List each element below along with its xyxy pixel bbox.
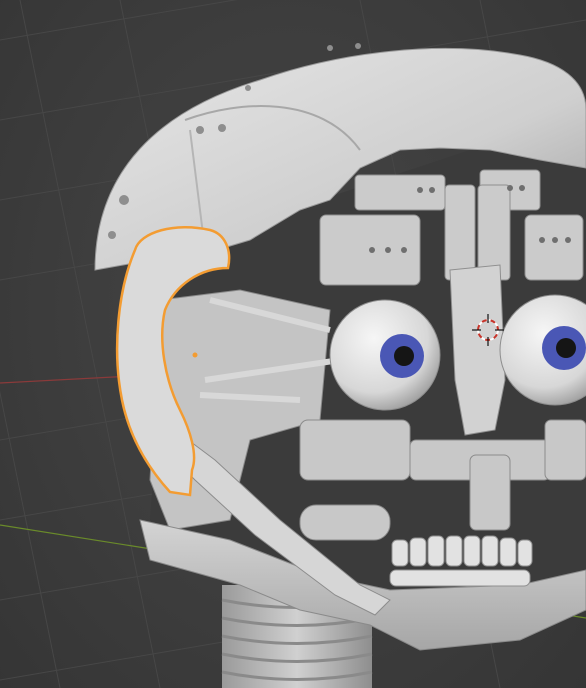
right-pupil bbox=[556, 338, 576, 358]
selected-origin-dot bbox=[192, 352, 198, 358]
teeth bbox=[389, 535, 533, 587]
left-eye[interactable] bbox=[329, 299, 441, 411]
viewport-canvas[interactable] bbox=[0, 0, 586, 688]
3d-viewport[interactable] bbox=[0, 0, 586, 688]
left-pupil bbox=[394, 346, 414, 366]
